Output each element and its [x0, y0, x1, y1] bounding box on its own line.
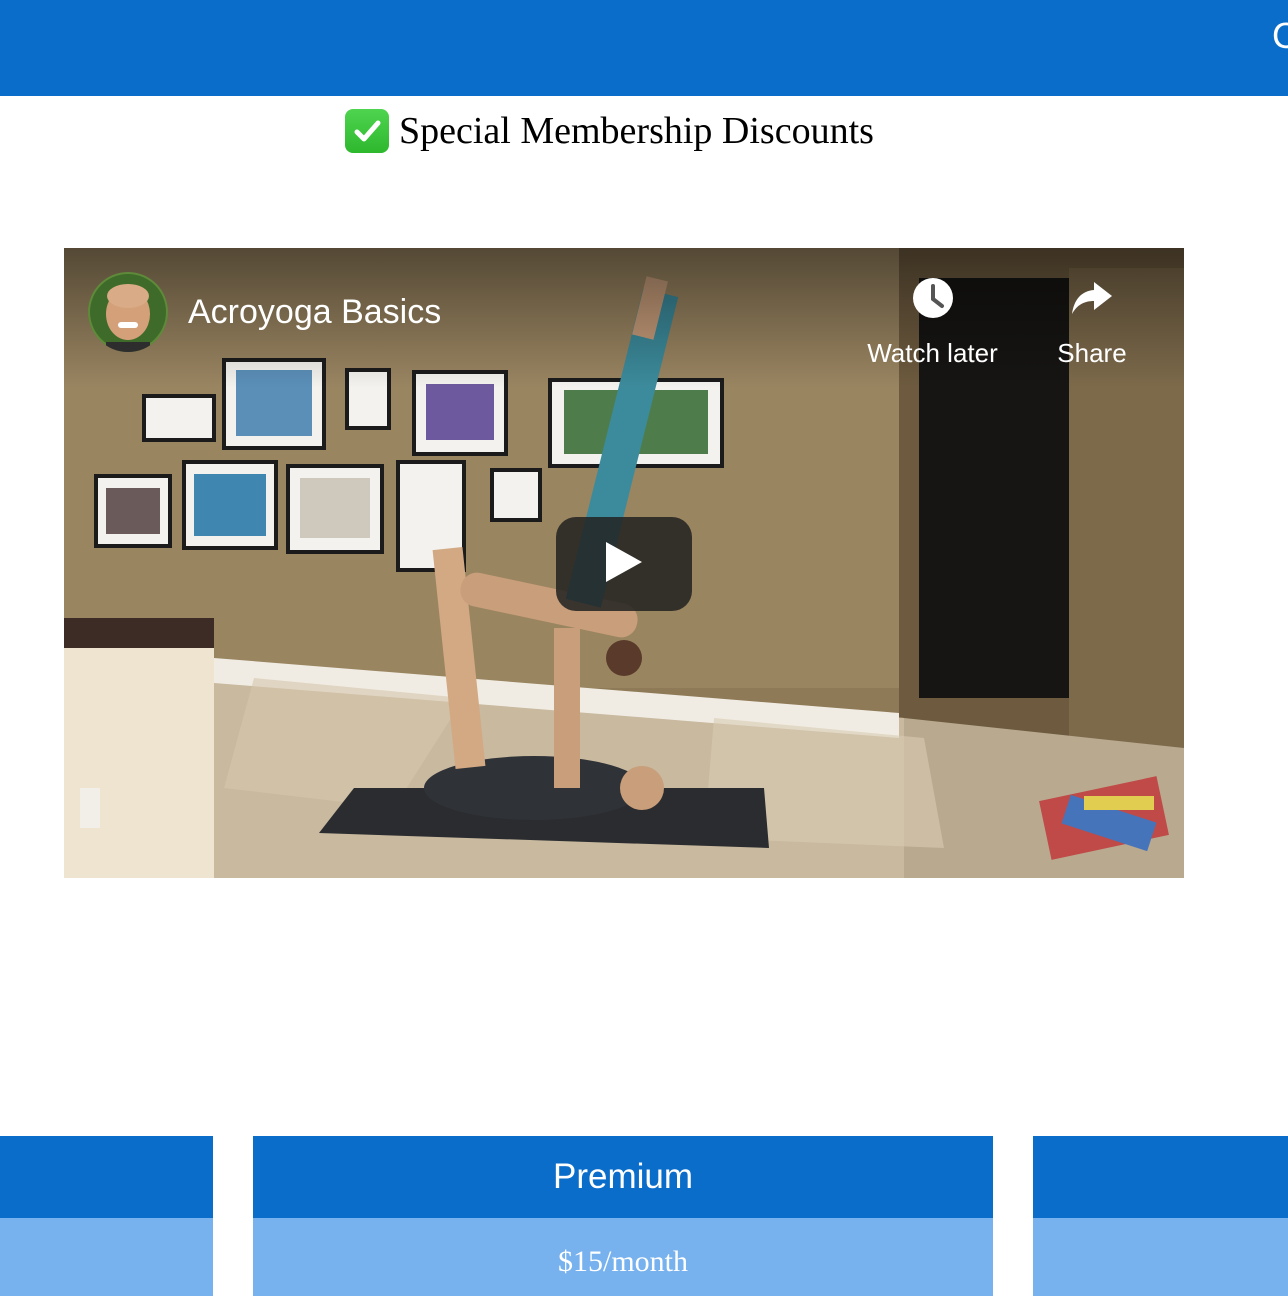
- check-mark-button-icon: [345, 109, 389, 153]
- pricing-card: [0, 1136, 213, 1296]
- share-arrow-icon: [1070, 276, 1114, 320]
- channel-avatar[interactable]: [88, 272, 168, 352]
- clock-icon: [911, 276, 955, 320]
- video-player[interactable]: Acroyoga Basics Watch later Share: [64, 248, 1184, 878]
- nav-item-cut-off[interactable]: C: [1272, 16, 1288, 56]
- video-title[interactable]: Acroyoga Basics: [188, 292, 441, 332]
- feature-item: Special Membership Discounts: [345, 106, 874, 156]
- plan-price: $15/month: [253, 1218, 993, 1296]
- play-icon: [604, 540, 644, 589]
- feature-text: Special Membership Discounts: [399, 110, 874, 152]
- plan-price: [0, 1218, 213, 1296]
- top-nav-bar: C: [0, 0, 1288, 96]
- pricing-card-premium: Premium $15/month: [253, 1136, 993, 1296]
- share-label: Share: [1057, 338, 1127, 368]
- plan-name: [1033, 1136, 1288, 1218]
- plan-name: Premium: [253, 1136, 993, 1218]
- pricing-card: [1033, 1136, 1288, 1296]
- watch-later-label: Watch later: [867, 338, 998, 368]
- plan-price: [1033, 1218, 1288, 1296]
- watch-later-button[interactable]: Watch later: [860, 276, 1005, 369]
- share-button[interactable]: Share: [1052, 276, 1132, 369]
- play-button[interactable]: [556, 517, 692, 611]
- plan-name: [0, 1136, 213, 1218]
